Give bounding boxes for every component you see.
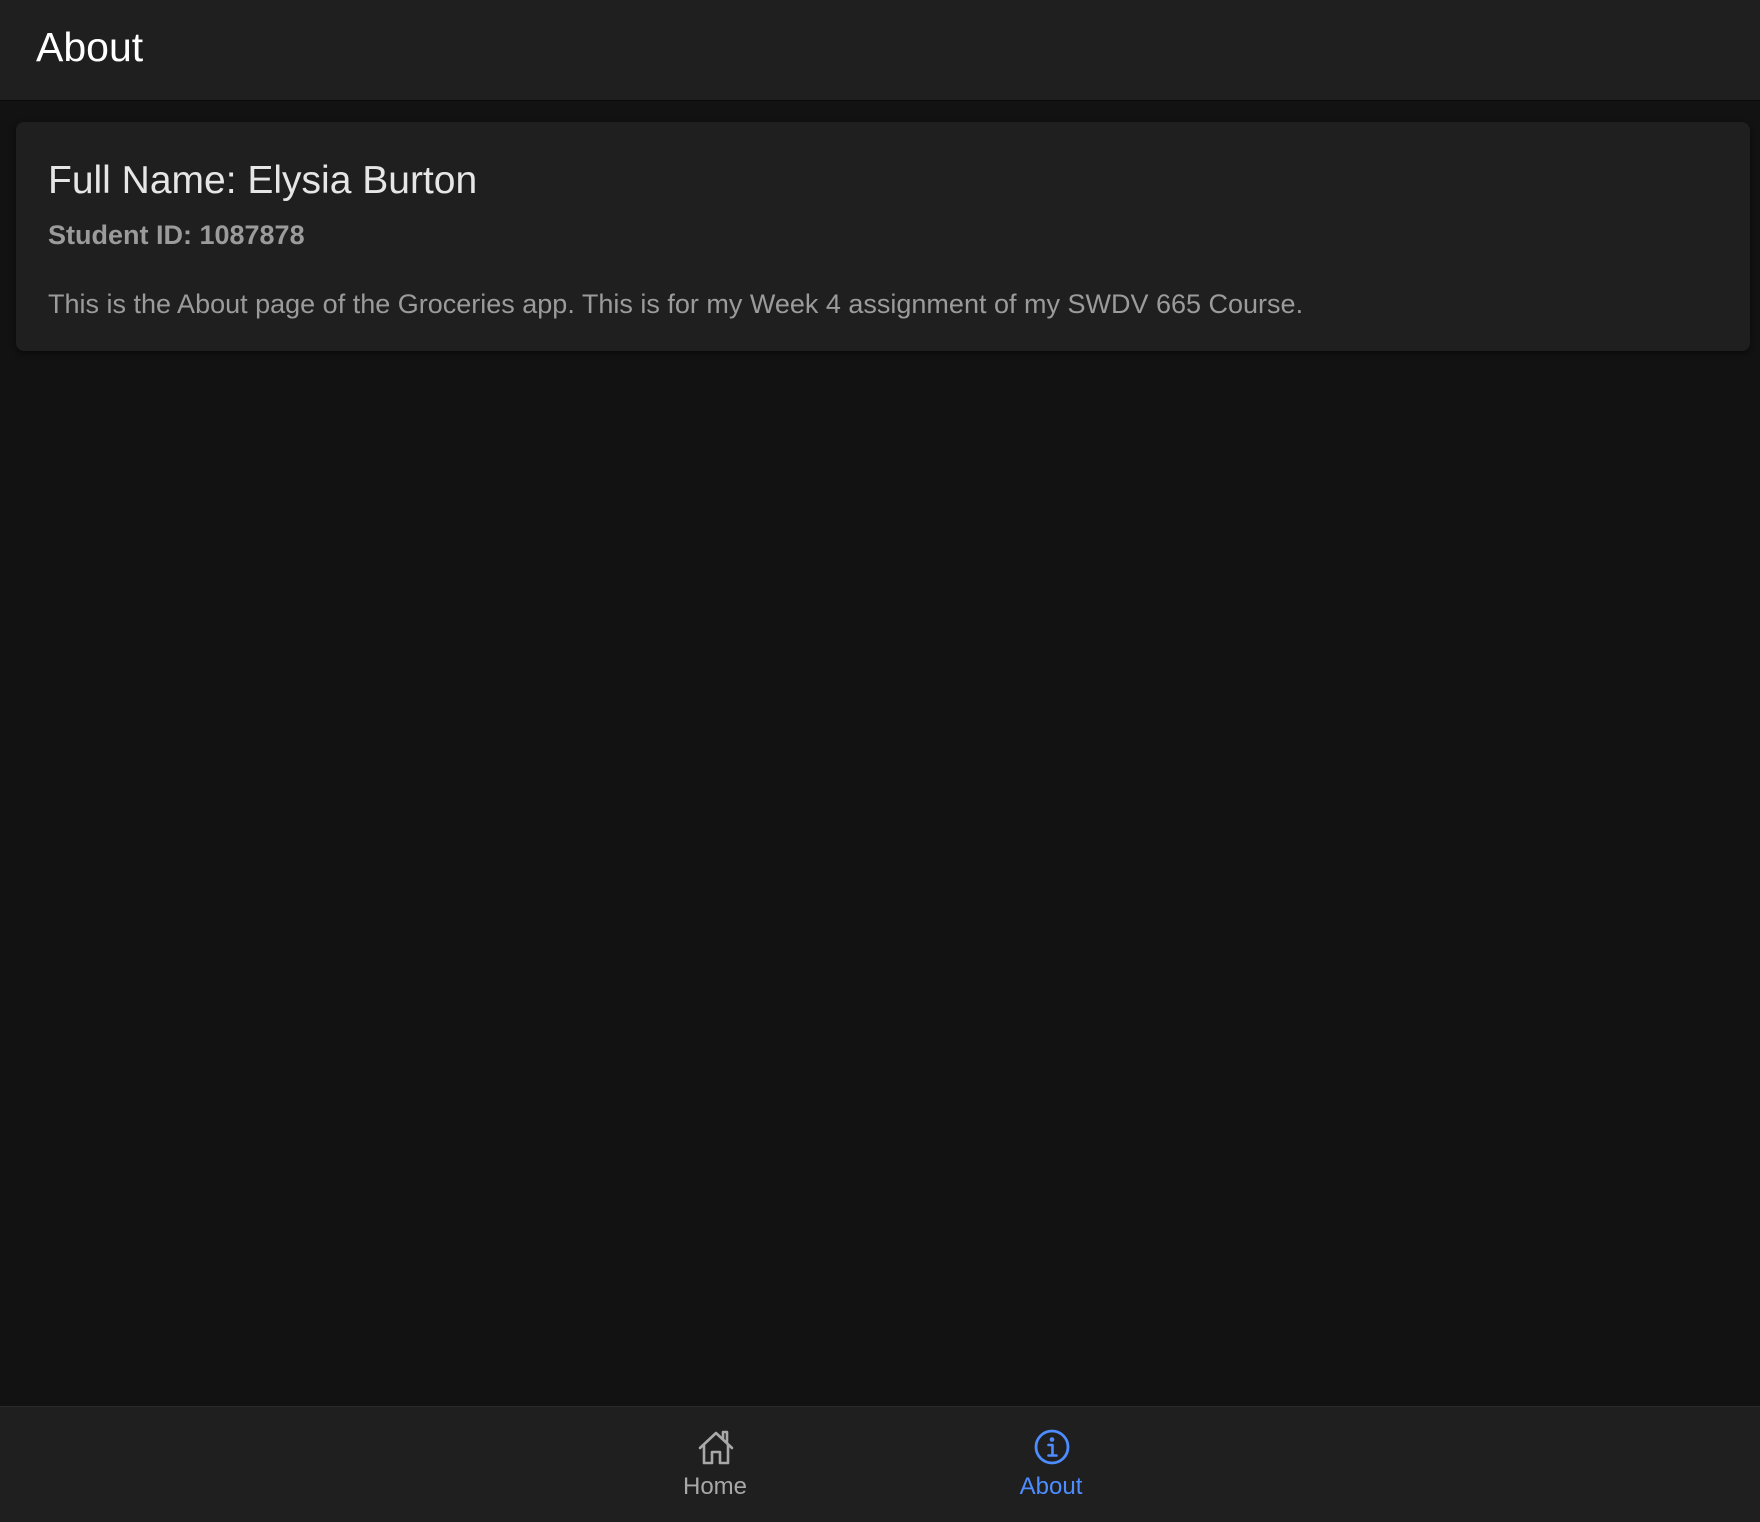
tab-home[interactable]: Home [655,1427,775,1509]
tab-bar: Home About [0,1406,1760,1522]
info-icon [1034,1429,1070,1465]
card-title: Full Name: Elysia Burton [48,159,478,202]
card-content: This is the About page of the Groceries … [48,289,1304,319]
about-card: Full Name: Elysia Burton Student ID: 108… [16,122,1750,351]
page-title: About [36,24,144,70]
card-subtitle: Student ID: 1087878 [48,220,305,250]
tab-about[interactable]: About [991,1427,1111,1509]
app-root: About Full Name: Elysia Burton Student I… [0,0,1760,1522]
tab-about-label: About [1019,1473,1083,1500]
home-icon [698,1430,734,1465]
toolbar: About [0,0,1760,101]
tab-home-label: Home [682,1473,748,1500]
